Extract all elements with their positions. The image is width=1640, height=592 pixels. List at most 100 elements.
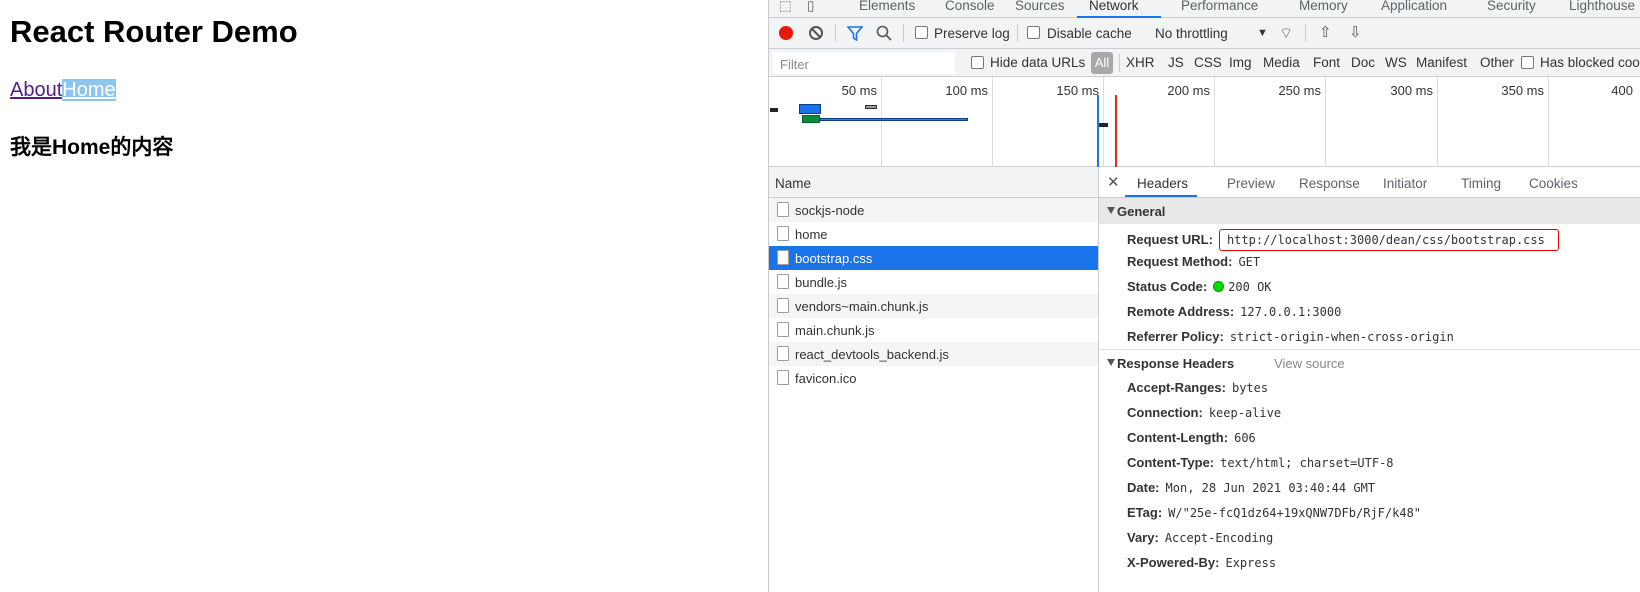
search-icon[interactable] — [876, 25, 892, 41]
tab-lighthouse[interactable]: Lighthouse — [1569, 0, 1635, 13]
filter-font[interactable]: Font — [1313, 55, 1340, 70]
response-header-row: Content-Type: text/html; charset=UTF-8 — [1099, 450, 1640, 475]
clear-icon[interactable] — [809, 26, 823, 40]
tab-headers[interactable]: Headers — [1137, 176, 1188, 191]
device-toolbar-icon[interactable]: ▯ — [807, 0, 814, 14]
header-value: strict-origin-when-cross-origin — [1229, 330, 1454, 344]
tab-memory[interactable]: Memory — [1299, 0, 1348, 13]
request-name: react_devtools_backend.js — [795, 347, 949, 362]
header-key: Referrer Policy: — [1127, 329, 1224, 344]
request-details: ✕ Headers Preview Response Initiator Tim… — [1099, 167, 1640, 592]
response-headers-section-header[interactable]: Response Headers View source — [1099, 349, 1640, 375]
filter-css[interactable]: CSS — [1194, 55, 1222, 70]
export-har-icon[interactable]: ⇩ — [1349, 23, 1362, 41]
page-title: React Router Demo — [10, 14, 298, 49]
timeline-bar — [799, 104, 821, 114]
timeline-tick: 100 ms — [945, 83, 988, 98]
filter-all-button[interactable]: All — [1091, 52, 1113, 74]
request-row[interactable]: react_devtools_backend.js — [769, 342, 1098, 366]
section-title: General — [1117, 204, 1166, 219]
request-row[interactable]: home — [769, 222, 1098, 246]
disable-cache-checkbox[interactable] — [1027, 26, 1040, 39]
tab-performance[interactable]: Performance — [1181, 0, 1258, 13]
filter-doc[interactable]: Doc — [1351, 55, 1375, 70]
status-ok-icon — [1213, 281, 1225, 292]
header-value: 200 OK — [1228, 280, 1272, 294]
nav-links: AboutHome — [10, 79, 116, 102]
record-icon[interactable] — [779, 26, 793, 40]
request-url-value: http://localhost:3000/dean/css/bootstrap… — [1218, 229, 1559, 251]
filter-other[interactable]: Other — [1480, 55, 1514, 70]
filter-img[interactable]: Img — [1229, 55, 1252, 70]
response-header-row: Vary: Accept-Encoding — [1099, 525, 1640, 550]
filter-manifest[interactable]: Manifest — [1416, 55, 1467, 70]
has-blocked-cookies-checkbox[interactable] — [1521, 56, 1534, 69]
inspect-icon[interactable]: ⬚ — [779, 0, 792, 14]
timeline-bar — [820, 118, 968, 121]
timeline-bar — [802, 115, 820, 123]
tab-console[interactable]: Console — [945, 0, 995, 13]
header-key: X-Powered-By: — [1127, 555, 1220, 570]
hide-data-urls-label: Hide data URLs — [990, 55, 1086, 70]
response-header-row: Content-Length: 606 — [1099, 425, 1640, 450]
file-icon — [777, 322, 789, 337]
tab-elements[interactable]: Elements — [859, 0, 915, 13]
tab-network[interactable]: Network — [1089, 0, 1139, 13]
chevron-down-icon[interactable]: ▼ — [1257, 27, 1268, 39]
dom-content-loaded-line — [1097, 95, 1099, 167]
filter-media[interactable]: Media — [1263, 55, 1300, 70]
header-key: Content-Type: — [1127, 455, 1215, 470]
response-header-row: Date: Mon, 28 Jun 2021 03:40:44 GMT — [1099, 475, 1640, 500]
tab-security[interactable]: Security — [1487, 0, 1536, 13]
triangle-down-icon — [1107, 207, 1115, 214]
header-key: Vary: — [1127, 530, 1159, 545]
throttling-select[interactable]: No throttling — [1155, 26, 1228, 41]
hide-data-urls-checkbox[interactable] — [971, 56, 984, 69]
request-method-row: Request Method: GET — [1099, 249, 1640, 274]
tab-response[interactable]: Response — [1299, 176, 1360, 191]
tab-timing[interactable]: Timing — [1461, 176, 1501, 191]
disable-cache-label: Disable cache — [1047, 26, 1132, 41]
preserve-log-checkbox[interactable] — [915, 26, 928, 39]
filter-js[interactable]: JS — [1168, 55, 1184, 70]
request-name: bootstrap.css — [795, 251, 873, 266]
tab-application[interactable]: Application — [1381, 0, 1447, 13]
name-column-header[interactable]: Name — [769, 167, 1098, 198]
home-link[interactable]: Home — [62, 79, 116, 101]
toolbar-separator — [1119, 54, 1120, 72]
header-key: Date: — [1127, 480, 1160, 495]
request-row[interactable]: favicon.ico — [769, 366, 1098, 390]
filter-ws[interactable]: WS — [1385, 55, 1407, 70]
filter-xhr[interactable]: XHR — [1126, 55, 1155, 70]
tab-initiator[interactable]: Initiator — [1383, 176, 1427, 191]
general-section-header[interactable]: General — [1099, 198, 1640, 224]
grid-line — [1325, 77, 1326, 167]
import-har-icon[interactable]: ⇧ — [1319, 23, 1332, 41]
preserve-log-label: Preserve log — [934, 26, 1010, 41]
file-icon — [777, 370, 789, 385]
request-row[interactable]: sockjs-node — [769, 198, 1098, 222]
header-key: Request URL: — [1127, 232, 1213, 247]
header-key: Status Code: — [1127, 279, 1208, 294]
filter-input[interactable]: Filter — [773, 52, 955, 74]
filter-icon[interactable] — [847, 26, 863, 41]
about-link[interactable]: About — [10, 79, 62, 101]
request-row[interactable]: main.chunk.js — [769, 318, 1098, 342]
tab-preview[interactable]: Preview — [1227, 176, 1275, 191]
request-name: sockjs-node — [795, 203, 865, 218]
request-row[interactable]: bundle.js — [769, 270, 1098, 294]
toolbar-separator — [1305, 24, 1306, 42]
request-name: vendors~main.chunk.js — [795, 299, 929, 314]
request-row[interactable]: vendors~main.chunk.js — [769, 294, 1098, 318]
timeline-tick: 200 ms — [1167, 83, 1210, 98]
close-icon[interactable]: ✕ — [1107, 173, 1120, 191]
toolbar-separator — [835, 24, 836, 42]
timeline-tick: 50 ms — [841, 83, 877, 98]
grid-line — [1437, 77, 1438, 167]
network-conditions-icon[interactable]: ⌔ — [1279, 24, 1293, 43]
request-row[interactable]: bootstrap.css — [769, 246, 1098, 270]
grid-line — [992, 77, 993, 167]
view-source-link[interactable]: View source — [1274, 356, 1345, 371]
tab-cookies[interactable]: Cookies — [1529, 176, 1578, 191]
tab-sources[interactable]: Sources — [1015, 0, 1065, 13]
